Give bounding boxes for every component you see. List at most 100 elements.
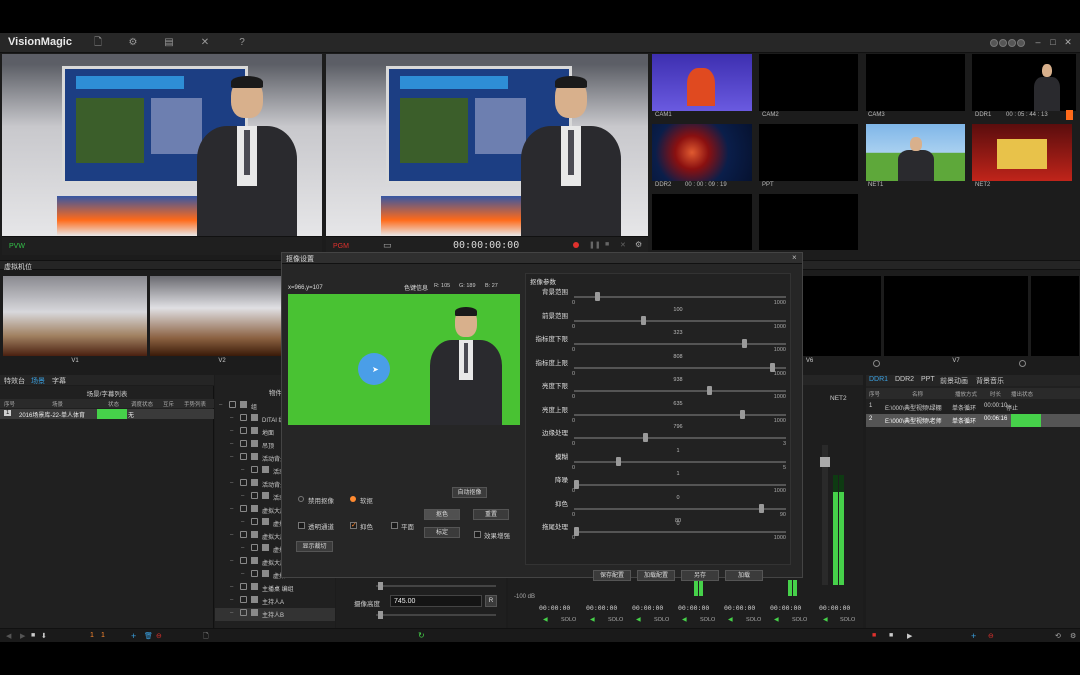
- solo-button[interactable]: SOLO: [840, 617, 855, 623]
- flatten-checkbox[interactable]: [391, 522, 398, 529]
- help-icon[interactable]: ?: [236, 37, 248, 49]
- add-icon[interactable]: +: [971, 631, 976, 641]
- remove-icon[interactable]: ⊖: [156, 632, 162, 640]
- source-tile-cam2[interactable]: [759, 54, 858, 111]
- gear-icon[interactable]: ⚙: [127, 37, 139, 49]
- solo-button[interactable]: SOLO: [700, 617, 715, 623]
- save-as-button[interactable]: 另存: [681, 570, 719, 581]
- next-icon[interactable]: ▶: [20, 632, 25, 640]
- table-row[interactable]: 1 2016场景库-22-单人体育 无: [0, 409, 214, 419]
- visibility-checkbox[interactable]: [240, 583, 247, 590]
- reset-button[interactable]: 重置: [473, 509, 509, 520]
- show-crop-button[interactable]: 显示裁切: [296, 541, 333, 552]
- document-icon[interactable]: 🗋: [203, 632, 209, 642]
- expand-icon[interactable]: –: [241, 571, 244, 577]
- source-tile-ppt[interactable]: [759, 124, 858, 181]
- visibility-checkbox[interactable]: [240, 609, 247, 616]
- gear-icon[interactable]: [1019, 360, 1026, 367]
- audio-fader[interactable]: [820, 457, 830, 467]
- add-icon[interactable]: +: [131, 631, 136, 641]
- expand-icon[interactable]: –: [230, 428, 233, 434]
- slider-thumb[interactable]: [742, 339, 748, 348]
- source-tile-empty[interactable]: [652, 194, 752, 250]
- speaker-icon[interactable]: ◀: [682, 616, 687, 623]
- soft-key-radio[interactable]: [350, 496, 356, 502]
- visibility-checkbox[interactable]: [251, 492, 258, 499]
- tools-icon[interactable]: ✕: [199, 37, 211, 49]
- slider-track[interactable]: [574, 390, 786, 392]
- tab-bgm[interactable]: 背景音乐: [976, 376, 1004, 386]
- source-tile-cam1[interactable]: [652, 54, 752, 111]
- next-icon[interactable]: ▶: [907, 632, 912, 640]
- slider-track[interactable]: [574, 319, 786, 322]
- load-config-button[interactable]: 加载配置: [637, 570, 675, 581]
- close-icon[interactable]: ×: [792, 253, 797, 262]
- expand-icon[interactable]: –: [230, 610, 233, 616]
- source-tile-cam3[interactable]: [866, 54, 965, 111]
- slider-track[interactable]: [574, 460, 786, 463]
- key-color-button[interactable]: 抠色: [424, 509, 460, 520]
- virtual-cam-thumb-v1[interactable]: [3, 276, 147, 356]
- tree-item[interactable]: – 主持人B: [215, 608, 335, 621]
- delete-icon[interactable]: 🗑: [144, 632, 153, 640]
- visibility-checkbox[interactable]: [240, 440, 247, 447]
- solo-button[interactable]: SOLO: [746, 617, 761, 623]
- up-counter[interactable]: 1: [90, 632, 94, 639]
- expand-icon[interactable]: –: [230, 454, 233, 460]
- download-icon[interactable]: ⬇: [41, 632, 47, 640]
- loop-icon[interactable]: ⟲: [1055, 632, 1061, 640]
- visibility-checkbox[interactable]: [240, 453, 247, 460]
- source-tile-ddr1[interactable]: [972, 54, 1076, 111]
- stop-icon[interactable]: ■: [889, 632, 893, 639]
- expand-icon[interactable]: –: [230, 558, 233, 564]
- expand-icon[interactable]: –: [230, 480, 233, 486]
- camera-height-input[interactable]: 745.00: [390, 595, 482, 607]
- slider-thumb[interactable]: [594, 292, 600, 301]
- expand-icon[interactable]: –: [241, 493, 244, 499]
- speaker-icon[interactable]: ◀: [590, 616, 595, 623]
- enhance-checkbox[interactable]: [474, 531, 481, 538]
- solo-button[interactable]: SOLO: [654, 617, 669, 623]
- slider-thumb[interactable]: [640, 315, 646, 325]
- gear-icon[interactable]: [873, 360, 880, 367]
- auto-key-button[interactable]: 自动抠像: [452, 487, 487, 498]
- expand-icon[interactable]: –: [219, 402, 222, 408]
- remove-icon[interactable]: ⊖: [988, 632, 994, 640]
- tab-scene[interactable]: 场景: [31, 376, 45, 386]
- slider-track[interactable]: [574, 531, 786, 533]
- slider-thumb[interactable]: [759, 503, 765, 513]
- expand-icon[interactable]: –: [230, 441, 233, 447]
- suppress-checkbox[interactable]: ✓: [350, 522, 357, 529]
- speaker-icon[interactable]: ◀: [728, 616, 733, 623]
- refresh-icon[interactable]: ↻: [418, 631, 425, 640]
- transparent-checkbox[interactable]: [298, 522, 305, 529]
- visibility-checkbox[interactable]: [240, 557, 247, 564]
- slider-track[interactable]: [574, 484, 786, 486]
- expand-icon[interactable]: –: [230, 506, 233, 512]
- cancel-icon[interactable]: ✕: [620, 241, 626, 249]
- slider-thumb[interactable]: [707, 386, 713, 395]
- mark-button[interactable]: 标定: [424, 527, 460, 538]
- expand-icon[interactable]: –: [241, 467, 244, 473]
- pause-icon[interactable]: ❚❚: [589, 241, 601, 249]
- down-counter[interactable]: 1: [101, 632, 105, 639]
- speaker-icon[interactable]: ◀: [636, 616, 641, 623]
- tab-ddr1[interactable]: DDR1: [869, 376, 888, 383]
- visibility-checkbox[interactable]: [251, 518, 258, 525]
- visibility-checkbox[interactable]: [240, 596, 247, 603]
- expand-icon[interactable]: –: [230, 532, 233, 538]
- tab-subtitle[interactable]: 字幕: [52, 376, 66, 386]
- speaker-icon[interactable]: ◀: [823, 616, 828, 623]
- source-tile-net2[interactable]: [972, 124, 1072, 181]
- visibility-checkbox[interactable]: [251, 466, 258, 473]
- expand-icon[interactable]: –: [230, 597, 233, 603]
- file-icon[interactable]: 🗋: [92, 37, 104, 49]
- slider-track[interactable]: [574, 413, 786, 416]
- record-stop-icon[interactable]: ■: [872, 632, 876, 639]
- pgm-monitor[interactable]: [326, 54, 648, 236]
- stop-icon[interactable]: ■: [605, 241, 609, 248]
- list-icon[interactable]: ▤: [163, 37, 175, 49]
- gear-icon[interactable]: ⚙: [635, 240, 642, 249]
- slider-track[interactable]: [574, 343, 786, 345]
- slider-thumb[interactable]: [642, 433, 648, 442]
